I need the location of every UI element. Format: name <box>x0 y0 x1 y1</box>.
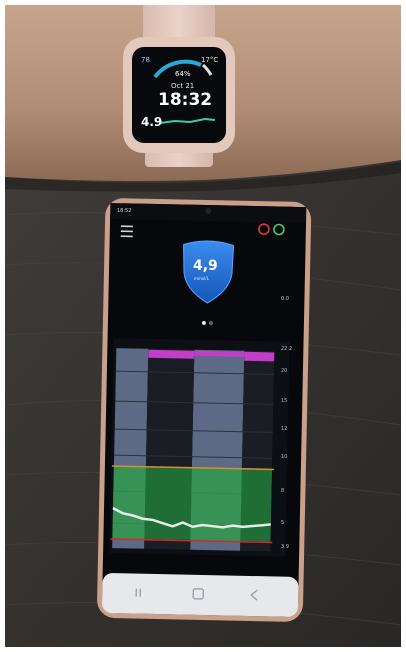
axis-label-12: 12 <box>281 426 288 432</box>
shield-glucose-unit: mmol/L <box>194 276 209 281</box>
axis-label-20: 20 <box>281 368 288 374</box>
shield-glucose-value: 4,9 <box>193 258 218 274</box>
watch-glucose: 4.9 <box>141 115 163 129</box>
watch-battery: 78 <box>141 56 150 64</box>
phone-status-time: 18:52 <box>117 208 132 214</box>
watch-temperature: 17°C <box>201 56 219 64</box>
phone-side-value: 0.0 <box>281 296 289 302</box>
target-range-dark-2 <box>240 468 272 542</box>
axis-label-15: 15 <box>281 398 288 404</box>
axis-label-8: 8 <box>281 488 285 494</box>
magenta-marks-2 <box>194 350 245 357</box>
watch-percent: 64% <box>175 70 191 78</box>
watch-time: 18:32 <box>158 90 213 110</box>
axis-label-3-9: 3.9 <box>281 544 289 550</box>
axis-label-10: 10 <box>281 454 288 460</box>
magenta-marks-1 <box>148 349 195 359</box>
watch-date: Oct 21 <box>171 82 195 90</box>
magenta-marks-3 <box>244 351 275 362</box>
axis-label-22-2: 22.2 <box>281 346 293 352</box>
axis-label-5: 5 <box>281 520 285 526</box>
photo-frame: 78 17°C 64% Oct 21 18:32 4.9 18:52 4,9 m… <box>5 5 401 647</box>
phone-nav-bar <box>102 573 299 617</box>
target-range-dark-1 <box>144 466 192 540</box>
